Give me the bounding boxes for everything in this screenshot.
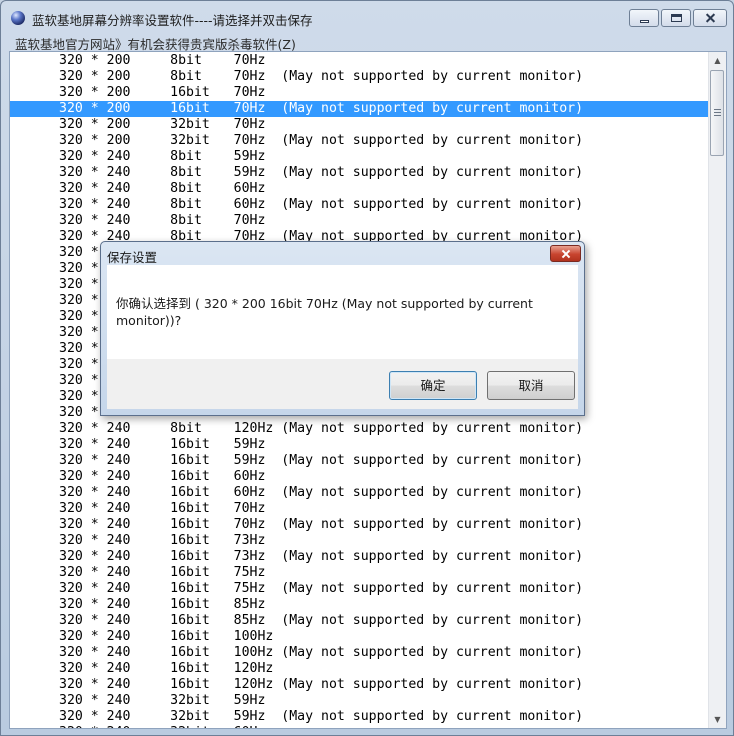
close-button[interactable] [693, 9, 727, 27]
grip-icon [714, 109, 721, 116]
title-bar[interactable]: 蓝软基地屏幕分辨率设置软件----请选择并双击保存 [1, 1, 733, 33]
list-item[interactable]: 320 * 240 16bit 120Hz (May not supported… [10, 677, 708, 693]
arrow-up-icon[interactable]: ▲ [709, 52, 726, 69]
list-item[interactable]: 320 * 240 8bit 120Hz (May not supported … [10, 421, 708, 437]
list-item[interactable]: 320 * 240 16bit 59Hz (May not supported … [10, 453, 708, 469]
list-item[interactable]: 320 * 240 16bit 75Hz [10, 565, 708, 581]
minimize-button[interactable] [629, 9, 659, 27]
list-item[interactable]: 320 * 200 8bit 70Hz (May not supported b… [10, 69, 708, 85]
cancel-button[interactable]: 取消 [487, 371, 575, 400]
list-item[interactable]: 320 * 240 16bit 120Hz [10, 661, 708, 677]
list-item[interactable]: 320 * 240 16bit 100Hz (May not supported… [10, 645, 708, 661]
globe-icon[interactable] [11, 11, 25, 25]
list-item[interactable]: 320 * 240 8bit 59Hz [10, 149, 708, 165]
window-title: 蓝软基地屏幕分辨率设置软件----请选择并双击保存 [32, 13, 313, 28]
list-item[interactable]: 320 * 240 8bit 70Hz [10, 213, 708, 229]
list-item[interactable]: 320 * 200 16bit 70Hz [10, 85, 708, 101]
list-item[interactable]: 320 * 240 16bit 100Hz [10, 629, 708, 645]
dialog-message: 你确认选择到 ( 320 * 200 16bit 70Hz (May not s… [116, 296, 533, 328]
maximize-button[interactable] [661, 9, 691, 27]
list-item[interactable]: 320 * 240 32bit 59Hz (May not supported … [10, 709, 708, 725]
confirm-button[interactable]: 确定 [389, 371, 477, 400]
list-item[interactable]: 320 * 200 16bit 70Hz (May not supported … [10, 101, 708, 117]
list-item[interactable]: 320 * 200 8bit 70Hz [10, 53, 708, 69]
list-item[interactable]: 320 * 240 8bit 60Hz (May not supported b… [10, 197, 708, 213]
list-item[interactable]: 320 * 200 32bit 70Hz [10, 117, 708, 133]
list-item[interactable]: 320 * 240 8bit 60Hz [10, 181, 708, 197]
list-item[interactable]: 320 * 240 16bit 73Hz (May not supported … [10, 549, 708, 565]
save-settings-dialog: 保存设置 你确认选择到 ( 320 * 200 16bit 70Hz (May … [100, 241, 585, 416]
list-item[interactable]: 320 * 240 32bit 60Hz [10, 725, 708, 728]
vertical-scrollbar[interactable]: ▲ ▼ [708, 52, 726, 728]
list-item[interactable]: 320 * 240 16bit 59Hz [10, 437, 708, 453]
list-item[interactable]: 320 * 240 16bit 60Hz (May not supported … [10, 485, 708, 501]
list-item[interactable]: 320 * 200 32bit 70Hz (May not supported … [10, 133, 708, 149]
dialog-title: 保存设置 [107, 250, 158, 265]
list-item[interactable]: 320 * 240 32bit 59Hz [10, 693, 708, 709]
scrollbar-thumb[interactable] [710, 70, 724, 156]
list-item[interactable]: 320 * 240 16bit 70Hz [10, 501, 708, 517]
arrow-down-icon[interactable]: ▼ [709, 711, 726, 728]
close-icon[interactable] [550, 245, 581, 262]
list-item[interactable]: 320 * 240 16bit 85Hz (May not supported … [10, 613, 708, 629]
list-item[interactable]: 320 * 240 16bit 85Hz [10, 597, 708, 613]
dialog-body: 你确认选择到 ( 320 * 200 16bit 70Hz (May not s… [107, 265, 578, 359]
list-item[interactable]: 320 * 240 16bit 60Hz [10, 469, 708, 485]
list-item[interactable]: 320 * 240 16bit 75Hz (May not supported … [10, 581, 708, 597]
menu-bar: 蓝软基地官方网站》有机会获得贵宾版杀毒软件(Z) [9, 33, 727, 52]
dialog-footer: 确定 取消 [107, 359, 578, 409]
list-item[interactable]: 320 * 240 16bit 73Hz [10, 533, 708, 549]
list-item[interactable]: 320 * 240 16bit 70Hz (May not supported … [10, 517, 708, 533]
list-item[interactable]: 320 * 240 8bit 59Hz (May not supported b… [10, 165, 708, 181]
